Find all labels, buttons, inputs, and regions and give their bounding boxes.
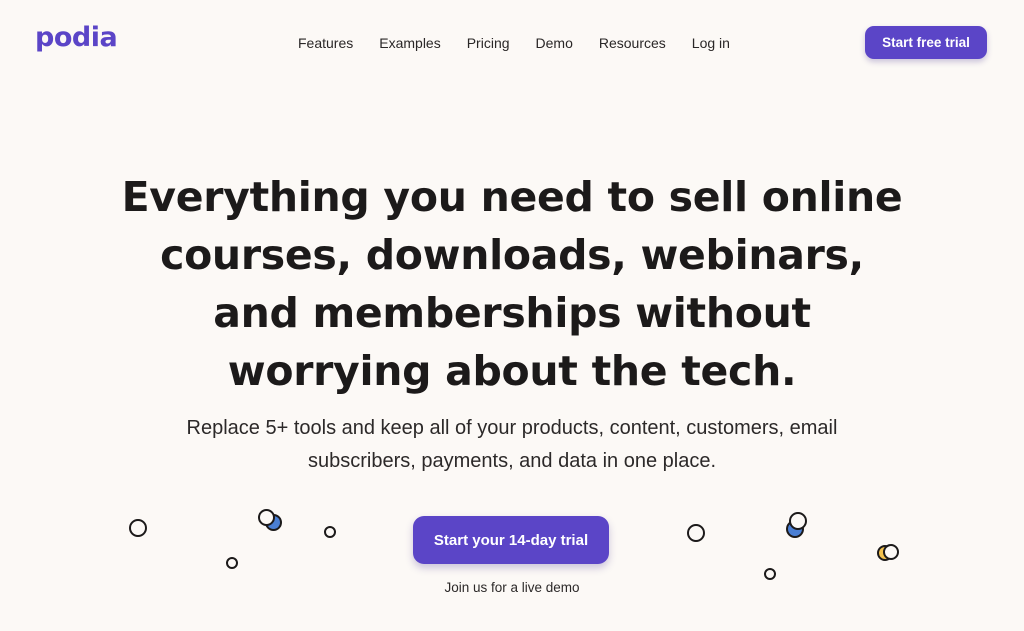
nav-pricing[interactable]: Pricing	[467, 35, 510, 51]
start-trial-button[interactable]: Start your 14-day trial	[413, 516, 609, 564]
nav-features[interactable]: Features	[298, 35, 353, 51]
decor-bubble-pair-icon	[258, 509, 284, 533]
decor-bubble-pair-icon	[877, 544, 901, 562]
decor-bubble-icon	[687, 524, 705, 542]
decor-bubble-icon	[764, 568, 776, 580]
main-nav: Features Examples Pricing Demo Resources…	[298, 35, 730, 51]
hero-subtitle: Replace 5+ tools and keep all of your pr…	[186, 417, 838, 472]
nav-login[interactable]: Log in	[692, 35, 730, 51]
podia-logo[interactable]: podia	[35, 24, 118, 51]
nav-demo[interactable]: Demo	[536, 35, 573, 51]
hero-title: Everything you need to sell online cours…	[121, 173, 903, 395]
decor-bubble-icon	[226, 557, 238, 569]
start-free-trial-button[interactable]: Start free trial	[865, 26, 987, 59]
live-demo-link[interactable]: Join us for a live demo	[412, 580, 612, 595]
decor-bubble-icon	[129, 519, 147, 537]
landing-page: podia Features Examples Pricing Demo Res…	[0, 0, 1024, 631]
decor-bubble-icon	[324, 526, 336, 538]
decor-bubble-pair-icon	[786, 512, 810, 540]
nav-resources[interactable]: Resources	[599, 35, 666, 51]
nav-examples[interactable]: Examples	[379, 35, 440, 51]
